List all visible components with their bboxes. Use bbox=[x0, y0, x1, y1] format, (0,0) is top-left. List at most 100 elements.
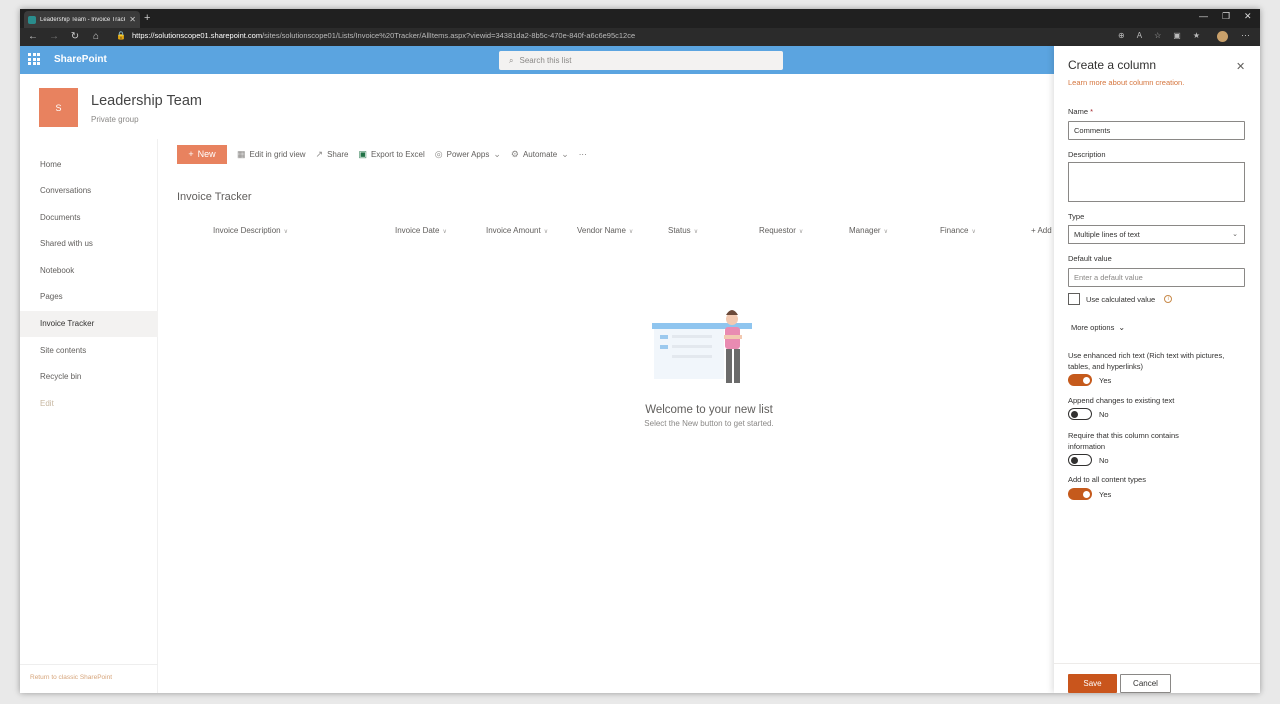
refresh-icon[interactable]: ↻ bbox=[65, 31, 85, 42]
type-dropdown[interactable]: Multiple lines of text ⌄ bbox=[1068, 225, 1245, 244]
default-value-label: Default value bbox=[1068, 254, 1112, 263]
create-column-panel: Create a column ✕ Learn more about colum… bbox=[1054, 46, 1260, 693]
column-header[interactable]: Invoice Description ∨ bbox=[213, 226, 288, 235]
required-marker: * bbox=[1090, 107, 1094, 116]
add-content-types-label: Add to all content types bbox=[1068, 475, 1146, 484]
browser-menu-icon[interactable]: ··· bbox=[1241, 30, 1250, 40]
share-label: Share bbox=[327, 149, 349, 159]
column-header[interactable]: Invoice Date ∨ bbox=[395, 226, 447, 235]
nav-item-notebook[interactable]: Notebook bbox=[20, 258, 158, 284]
type-selected-value: Multiple lines of text bbox=[1074, 230, 1140, 239]
power-apps-button[interactable]: ◎ Power Apps ⌄ bbox=[435, 149, 501, 160]
edit-grid-view-button[interactable]: ▦ Edit in grid view bbox=[237, 149, 306, 160]
column-header[interactable]: Manager ∨ bbox=[849, 226, 888, 235]
search-box[interactable]: ⌕ Search this list bbox=[499, 51, 783, 70]
export-excel-button[interactable]: ▣ Export to Excel bbox=[358, 149, 424, 160]
nav-item-home[interactable]: Home bbox=[20, 152, 158, 178]
add-column-button[interactable]: + Add bbox=[1031, 226, 1052, 235]
name-label: Name * bbox=[1068, 107, 1093, 116]
site-title[interactable]: Leadership Team bbox=[91, 93, 202, 109]
zoom-icon[interactable]: ⊕ bbox=[1118, 31, 1125, 40]
chevron-down-icon: ∨ bbox=[543, 229, 549, 235]
chevron-down-icon: ⌄ bbox=[1118, 323, 1126, 332]
new-tab-icon[interactable]: + bbox=[144, 12, 150, 24]
close-window-icon[interactable]: ✕ bbox=[1244, 11, 1252, 22]
list-title[interactable]: Invoice Tracker bbox=[177, 191, 252, 203]
browser-window: Leadership Team - Invoice Tracker ✕ + — … bbox=[20, 9, 1260, 693]
append-changes-toggle[interactable] bbox=[1068, 408, 1092, 420]
rich-text-toggle[interactable] bbox=[1068, 374, 1092, 386]
more-options-toggle[interactable]: More options ⌄ bbox=[1071, 323, 1125, 332]
chevron-down-icon: ∨ bbox=[442, 229, 447, 235]
column-header[interactable]: Vendor Name ∨ bbox=[577, 226, 633, 235]
rich-text-label: Use enhanced rich text (Rich text with p… bbox=[1068, 351, 1225, 371]
name-label-text: Name bbox=[1068, 107, 1089, 116]
automate-icon: ⚙ bbox=[510, 148, 519, 159]
save-button[interactable]: Save bbox=[1068, 674, 1117, 693]
nav-item-pages[interactable]: Pages bbox=[20, 284, 158, 310]
column-header[interactable]: Finance ∨ bbox=[940, 226, 976, 235]
close-tab-icon[interactable]: ✕ bbox=[129, 15, 136, 24]
sharepoint-brand[interactable]: SharePoint bbox=[54, 54, 107, 65]
collections-icon[interactable]: ▣ bbox=[1173, 31, 1181, 40]
search-icon: ⌕ bbox=[509, 55, 514, 65]
column-label: Finance bbox=[940, 226, 969, 235]
site-logo[interactable]: S bbox=[39, 88, 78, 127]
command-bar: + New ▦ Edit in grid view ↗ Share ▣ Export … bbox=[177, 144, 597, 164]
restore-icon[interactable]: ❐ bbox=[1222, 11, 1230, 22]
chevron-down-icon: ∨ bbox=[628, 229, 634, 235]
default-value-field[interactable]: Enter a default value bbox=[1068, 268, 1245, 287]
add-content-types-toggle[interactable] bbox=[1068, 488, 1092, 500]
nav-item-invoice-tracker[interactable]: Invoice Tracker bbox=[20, 311, 158, 337]
column-label: Manager bbox=[849, 226, 881, 235]
profile-avatar[interactable] bbox=[1217, 31, 1228, 42]
browser-tab[interactable]: Leadership Team - Invoice Tracker ✕ bbox=[24, 11, 140, 28]
app-launcher-icon[interactable] bbox=[28, 53, 40, 65]
minimize-icon[interactable]: — bbox=[1199, 11, 1208, 21]
column-header[interactable]: Invoice Amount ∨ bbox=[486, 226, 548, 235]
column-header[interactable]: Requestor ∨ bbox=[759, 226, 803, 235]
column-label: Vendor Name bbox=[577, 226, 626, 235]
description-field[interactable] bbox=[1068, 162, 1245, 202]
nav-item-documents[interactable]: Documents bbox=[20, 205, 158, 231]
name-field[interactable]: Comments bbox=[1068, 121, 1245, 140]
favorites-bar-icon[interactable]: ★ bbox=[1193, 31, 1200, 40]
cancel-button[interactable]: Cancel bbox=[1120, 674, 1171, 693]
back-icon[interactable]: ← bbox=[23, 31, 43, 42]
nav-item-recycle-bin[interactable]: Recycle bin bbox=[20, 364, 158, 390]
close-icon[interactable]: ✕ bbox=[1236, 60, 1245, 73]
calculated-value-checkbox[interactable] bbox=[1068, 293, 1080, 305]
site-subtitle: Private group bbox=[91, 115, 139, 124]
favorite-icon[interactable]: ☆ bbox=[1154, 31, 1161, 40]
nav-item-conversations[interactable]: Conversations bbox=[20, 178, 158, 204]
add-content-types-toggle-row: Yes bbox=[1068, 488, 1111, 500]
share-button[interactable]: ↗ Share bbox=[316, 149, 349, 160]
automate-button[interactable]: ⚙ Automate ⌄ bbox=[511, 149, 569, 160]
home-icon[interactable]: ⌂ bbox=[86, 31, 106, 42]
chevron-down-icon: ∨ bbox=[798, 229, 804, 235]
more-commands-button[interactable]: ··· bbox=[579, 150, 587, 159]
nav-edit-link[interactable]: Edit bbox=[20, 391, 158, 417]
description-label: Description bbox=[1068, 150, 1106, 159]
plus-icon: + bbox=[188, 149, 194, 159]
learn-more-link[interactable]: Learn more about column creation. bbox=[1068, 78, 1184, 87]
column-header[interactable]: Status ∨ bbox=[668, 226, 698, 235]
chevron-down-icon: ⌄ bbox=[493, 148, 501, 159]
append-changes-label: Append changes to existing text bbox=[1068, 396, 1175, 405]
nav-item-site-contents[interactable]: Site contents bbox=[20, 338, 158, 364]
power-apps-label: Power Apps bbox=[446, 149, 490, 159]
column-label: Requestor bbox=[759, 226, 796, 235]
require-info-toggle[interactable] bbox=[1068, 454, 1092, 466]
nav-item-shared-with-us[interactable]: Shared with us bbox=[20, 231, 158, 257]
return-to-classic-link[interactable]: Return to classic SharePoint bbox=[30, 674, 112, 681]
calculated-value-row: Use calculated value i bbox=[1068, 293, 1173, 305]
append-changes-toggle-value: No bbox=[1099, 409, 1109, 419]
forward-icon[interactable]: → bbox=[44, 31, 64, 42]
empty-state-subtitle: Select the New button to get started. bbox=[644, 419, 774, 428]
export-label: Export to Excel bbox=[370, 149, 425, 159]
new-button[interactable]: + New bbox=[177, 144, 227, 164]
address-bar: ← → ↻ ⌂ 🔒 https://solutionscope01.sharep… bbox=[20, 28, 1260, 46]
url-field[interactable]: https://solutionscope01.sharepoint.com/s… bbox=[132, 31, 635, 40]
read-aloud-icon[interactable]: A bbox=[1137, 31, 1142, 40]
info-icon[interactable]: i bbox=[1164, 295, 1173, 303]
